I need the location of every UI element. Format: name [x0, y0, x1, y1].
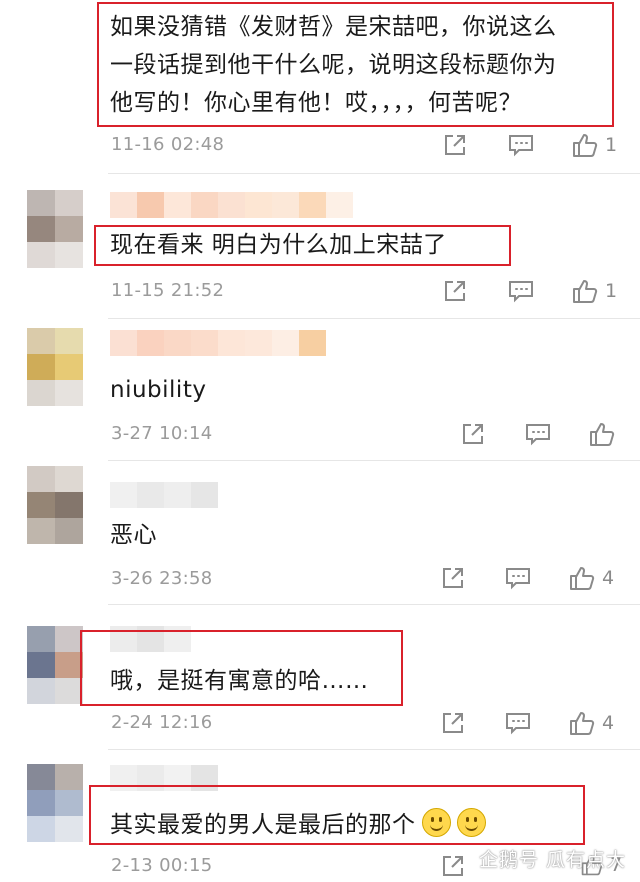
- comment-text: 如果没猜错《发财哲》是宋喆吧，你说这么 一段话提到他干什么呢，说明这段标题你为 …: [110, 14, 557, 116]
- reply-button[interactable]: [508, 279, 534, 303]
- avatar[interactable]: [27, 626, 83, 704]
- share-icon: [445, 281, 465, 301]
- share-button[interactable]: [441, 566, 465, 590]
- like-button[interactable]: 4: [568, 564, 614, 592]
- share-icon: [445, 135, 465, 155]
- share-button[interactable]: [443, 279, 467, 303]
- reply-button[interactable]: [508, 133, 534, 157]
- share-button[interactable]: [443, 133, 467, 157]
- smiley-emoji-icon: [456, 808, 486, 837]
- divider: [108, 749, 640, 750]
- like-button[interactable]: 1: [571, 277, 617, 305]
- comment-text: 恶心: [110, 522, 157, 548]
- thumbs-up-icon: [570, 567, 595, 590]
- reply-button[interactable]: [525, 422, 551, 446]
- username-blurred[interactable]: [110, 482, 218, 508]
- share-icon: [443, 568, 463, 588]
- like-count: 1: [605, 134, 618, 156]
- share-icon: [443, 856, 463, 876]
- like-count: 4: [602, 712, 615, 734]
- comment-icon: [509, 135, 533, 157]
- comment-icon: [526, 424, 550, 446]
- share-button[interactable]: [461, 422, 485, 446]
- avatar[interactable]: [27, 190, 83, 268]
- comment-time: 11-16 02:48: [111, 134, 225, 155]
- like-button[interactable]: 4: [568, 709, 614, 737]
- like-button[interactable]: 1: [571, 131, 617, 159]
- comment-time: 2-24 12:16: [111, 712, 213, 733]
- divider: [108, 318, 640, 319]
- share-button[interactable]: [441, 854, 465, 878]
- comment-time: 2-13 00:15: [111, 855, 213, 876]
- comment-time: 11-15 21:52: [111, 280, 225, 301]
- thumbs-up-icon: [570, 712, 595, 735]
- avatar[interactable]: [27, 764, 83, 842]
- username-blurred[interactable]: [110, 330, 326, 356]
- like-count: 1: [605, 280, 618, 302]
- share-button[interactable]: [441, 711, 465, 735]
- comment-icon: [509, 281, 533, 303]
- share-icon: [443, 713, 463, 733]
- comment-time: 3-27 10:14: [111, 423, 213, 444]
- divider: [108, 460, 640, 461]
- comment-text: niubility: [110, 377, 207, 403]
- avatar[interactable]: [27, 328, 83, 406]
- comment-text: 哦，是挺有寓意的哈……: [110, 668, 369, 694]
- comment-icon: [506, 713, 530, 735]
- thumbs-up-icon: [573, 280, 598, 303]
- comment-text: 现在看来 明白为什么加上宋喆了: [110, 232, 447, 258]
- comment-icon: [506, 568, 530, 590]
- reply-button[interactable]: [505, 566, 531, 590]
- divider: [108, 173, 640, 174]
- reply-button[interactable]: [505, 711, 531, 735]
- comment-text: 其实最爱的男人是最后的那个: [110, 806, 486, 844]
- smiley-emoji-icon: [421, 808, 451, 837]
- thumbs-up-icon: [573, 134, 598, 157]
- watermark: 企鹅号 瓜有点大: [478, 849, 626, 871]
- share-icon: [463, 424, 483, 444]
- thumbs-up-icon: [590, 423, 615, 446]
- avatar[interactable]: [27, 466, 83, 544]
- like-count: 4: [602, 567, 615, 589]
- like-button[interactable]: [588, 420, 622, 448]
- divider: [108, 604, 640, 605]
- username-blurred[interactable]: [110, 192, 353, 218]
- comment-time: 3-26 23:58: [111, 568, 213, 589]
